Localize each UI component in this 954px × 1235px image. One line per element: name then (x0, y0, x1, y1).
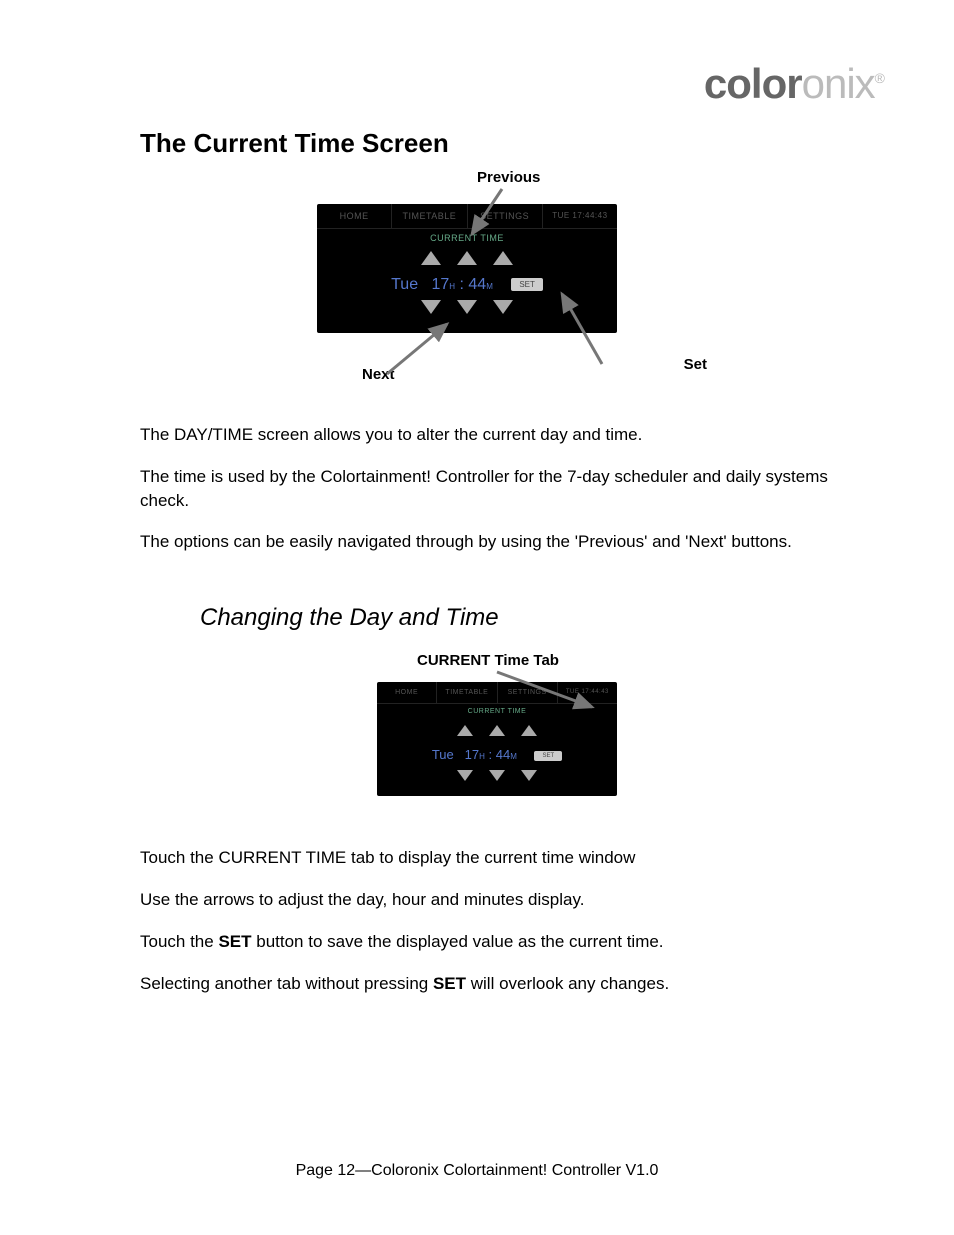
tab-timetable[interactable]: TIMETABLE (392, 204, 467, 228)
screenshot-2: HOME TIMETABLE SETTINGS TUE 17:44:43 CUR… (377, 682, 617, 796)
callout-previous: Previous (477, 169, 540, 186)
paragraph: The time is used by the Colortainment! C… (140, 465, 854, 513)
down-arrow-icon[interactable] (421, 300, 441, 314)
up-arrow-icon[interactable] (421, 251, 441, 265)
screen-title: CURRENT TIME (377, 704, 617, 721)
screenshot-1: HOME TIMETABLE SETTINGS TUE 17:44:43 CUR… (317, 204, 617, 333)
up-arrow-icon[interactable] (489, 725, 505, 736)
page-heading: The Current Time Screen (140, 128, 854, 159)
brand-logo: coloronix® (140, 60, 884, 108)
sub-heading: Changing the Day and Time (200, 604, 854, 632)
paragraph: The DAY/TIME screen allows you to alter … (140, 423, 854, 447)
time-value-row: Tue 17H : 44M SET (317, 272, 617, 298)
paragraph: Touch the CURRENT TIME tab to display th… (140, 846, 854, 870)
tab-timetable[interactable]: TIMETABLE (437, 682, 497, 703)
screen-title: CURRENT TIME (317, 229, 617, 249)
tab-settings[interactable]: SETTINGS (498, 682, 558, 703)
down-arrow-icon[interactable] (521, 770, 537, 781)
callout-next: Next (362, 366, 395, 383)
down-arrow-icon[interactable] (489, 770, 505, 781)
up-arrow-icon[interactable] (457, 725, 473, 736)
up-arrow-icon[interactable] (493, 251, 513, 265)
down-arrow-icon[interactable] (493, 300, 513, 314)
down-arrow-icon[interactable] (457, 300, 477, 314)
paragraph: Touch the SET button to save the display… (140, 930, 854, 954)
tab-clock: TUE 17:44:43 (558, 682, 617, 703)
tab-clock: TUE 17:44:43 (543, 204, 617, 228)
callout-set: Set (684, 356, 707, 373)
down-arrow-icon[interactable] (457, 770, 473, 781)
time-value-row: Tue 17H : 44M SET (377, 743, 617, 766)
paragraph: The options can be easily navigated thro… (140, 530, 854, 554)
page-footer: Page 12—Coloronix Colortainment! Control… (0, 1162, 954, 1180)
paragraph: Selecting another tab without pressing S… (140, 972, 854, 996)
tab-home[interactable]: HOME (377, 682, 437, 703)
set-button[interactable]: SET (534, 751, 562, 761)
tab-home[interactable]: HOME (317, 204, 392, 228)
up-arrow-icon[interactable] (521, 725, 537, 736)
up-arrow-icon[interactable] (457, 251, 477, 265)
callout-current-time-tab: CURRENT Time Tab (417, 652, 559, 669)
tab-settings[interactable]: SETTINGS (468, 204, 543, 228)
paragraph: Use the arrows to adjust the day, hour a… (140, 888, 854, 912)
set-button[interactable]: SET (511, 278, 543, 291)
